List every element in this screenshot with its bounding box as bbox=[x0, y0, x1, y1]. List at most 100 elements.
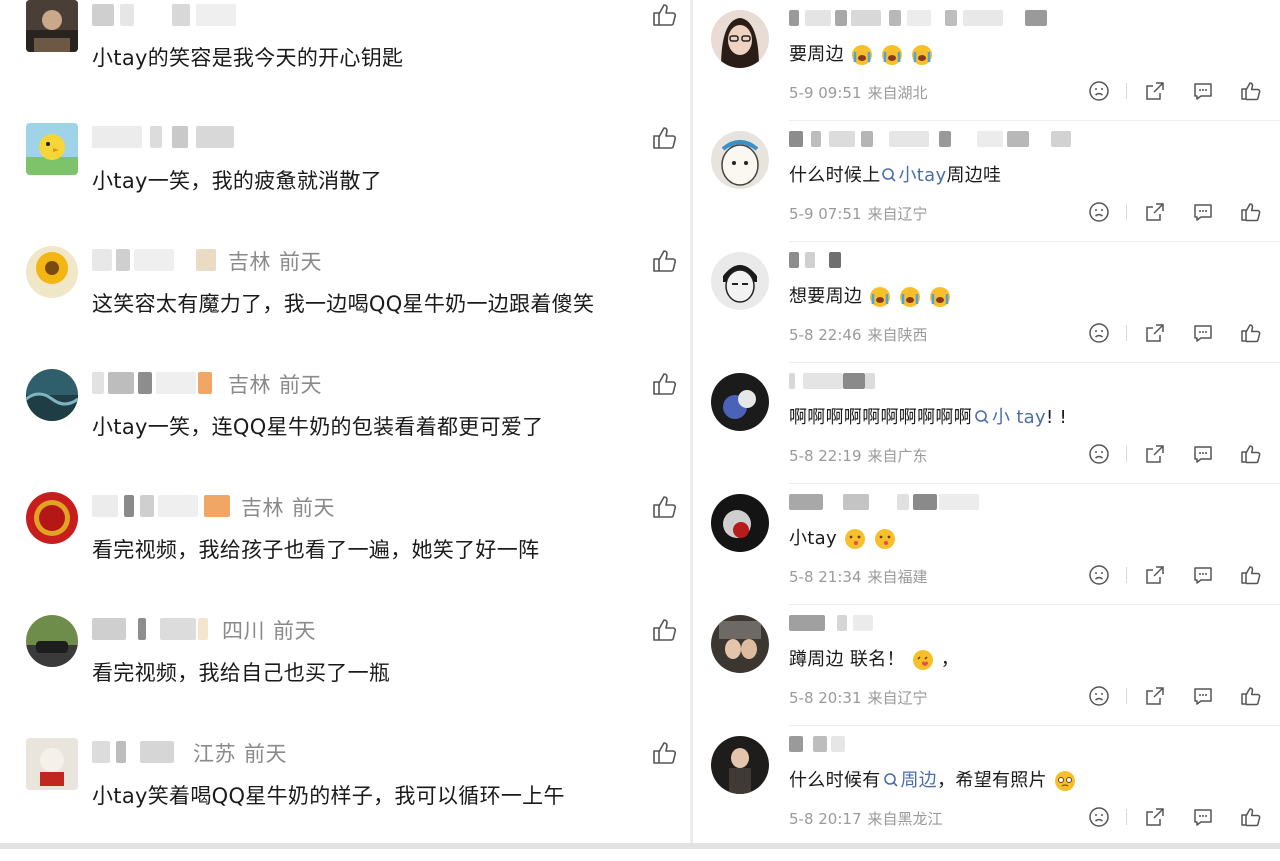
comment-item: 想要周边 5-8 22:46 来自陕西 bbox=[693, 242, 1280, 363]
comment-item: 吉林 前天 小tay一笑，连QQ星牛奶的包装看着都更可爱了 bbox=[0, 369, 690, 492]
comment-meta: 5-9 07:51 来自辽宁 bbox=[789, 205, 928, 223]
right-comment-panel: 要周边 5-9 09:51 来自湖北 什么时候上 小tay周边哇 5-9 07:… bbox=[693, 0, 1280, 849]
mention-link[interactable]: 小 tay bbox=[972, 407, 1046, 428]
comment-item: 什么时候有 周边，希望有照片 5-8 20:17 来自黑龙江 bbox=[693, 726, 1280, 847]
avatar[interactable] bbox=[26, 0, 78, 52]
username-blurred bbox=[92, 372, 222, 394]
comment-meta: 吉林 前天 bbox=[228, 373, 322, 397]
thumbs-up-icon[interactable] bbox=[651, 125, 677, 151]
avatar[interactable] bbox=[711, 736, 769, 794]
comment-item: 啊啊啊啊啊啊啊啊啊啊小 tay! ! 5-8 22:19 来自广东 bbox=[693, 363, 1280, 484]
comment-actions bbox=[1088, 806, 1268, 830]
comment-item: 小tay 5-8 21:34 来自福建 bbox=[693, 484, 1280, 605]
thumbs-up-icon[interactable] bbox=[651, 740, 677, 766]
comment-meta: 5-8 22:46 来自陕西 bbox=[789, 326, 928, 344]
share-icon[interactable] bbox=[1144, 685, 1166, 707]
username-blurred bbox=[92, 4, 242, 26]
comment-icon[interactable] bbox=[1192, 564, 1214, 586]
share-icon[interactable] bbox=[1144, 564, 1166, 586]
avatar[interactable] bbox=[26, 246, 78, 298]
avatar[interactable] bbox=[26, 615, 78, 667]
thumbs-up-icon[interactable] bbox=[1240, 564, 1262, 586]
comment-icon[interactable] bbox=[1192, 685, 1214, 707]
username-blurred bbox=[92, 618, 212, 640]
comment-icon[interactable] bbox=[1192, 806, 1214, 828]
username-blurred bbox=[789, 494, 989, 510]
thumbs-up-icon[interactable] bbox=[1240, 201, 1262, 223]
comment-icon[interactable] bbox=[1192, 443, 1214, 465]
comment-icon[interactable] bbox=[1192, 201, 1214, 223]
thumbs-up-icon[interactable] bbox=[651, 494, 677, 520]
comment-meta: 5-9 09:51 来自湖北 bbox=[789, 84, 928, 102]
thumbs-up-icon[interactable] bbox=[651, 2, 677, 28]
comment-meta: 5-8 20:31 来自辽宁 bbox=[789, 689, 928, 707]
avatar[interactable] bbox=[26, 738, 78, 790]
dislike-face-icon[interactable] bbox=[1088, 201, 1110, 223]
thumbs-up-icon[interactable] bbox=[1240, 443, 1262, 465]
dislike-face-icon[interactable] bbox=[1088, 443, 1110, 465]
username-blurred bbox=[789, 736, 849, 752]
avatar[interactable] bbox=[26, 369, 78, 421]
comment-actions bbox=[1088, 685, 1268, 709]
avatar[interactable] bbox=[711, 131, 769, 189]
avatar[interactable] bbox=[711, 494, 769, 552]
comment-text: 小tay一笑，连QQ星牛奶的包装看着都更可爱了 bbox=[92, 415, 544, 439]
comment-text: 这笑容太有魔力了，我一边喝QQ星牛奶一边跟着傻笑 bbox=[92, 292, 595, 316]
thumbs-up-icon[interactable] bbox=[1240, 685, 1262, 707]
mention-link[interactable]: 小tay bbox=[881, 165, 947, 186]
comment-meta: 吉林 前天 bbox=[228, 250, 322, 274]
comment-actions bbox=[1088, 80, 1268, 104]
comment-text: 小tay bbox=[789, 524, 897, 550]
share-icon[interactable] bbox=[1144, 201, 1166, 223]
search-icon bbox=[975, 410, 989, 424]
comment-item: 四川 前天 看完视频，我给自己也买了一瓶 bbox=[0, 615, 690, 738]
avatar[interactable] bbox=[26, 492, 78, 544]
comment-icon[interactable] bbox=[1192, 322, 1214, 344]
crying-face-emoji bbox=[911, 44, 933, 66]
comment-text: 啊啊啊啊啊啊啊啊啊啊小 tay! ! bbox=[789, 407, 1068, 428]
avatar[interactable] bbox=[711, 373, 769, 431]
comment-icon[interactable] bbox=[1192, 80, 1214, 102]
share-icon[interactable] bbox=[1144, 806, 1166, 828]
dislike-face-icon[interactable] bbox=[1088, 322, 1110, 344]
comment-text: 看完视频，我给孩子也看了一遍，她笑了好一阵 bbox=[92, 538, 540, 562]
dislike-face-icon[interactable] bbox=[1088, 806, 1110, 828]
thumbs-up-icon[interactable] bbox=[651, 617, 677, 643]
crying-face-emoji bbox=[929, 286, 951, 308]
comment-text: 小tay的笑容是我今天的开心钥匙 bbox=[92, 46, 404, 70]
search-icon bbox=[881, 168, 896, 182]
share-icon[interactable] bbox=[1144, 322, 1166, 344]
share-icon[interactable] bbox=[1144, 443, 1166, 465]
thumbs-up-icon[interactable] bbox=[1240, 80, 1262, 102]
dislike-face-icon[interactable] bbox=[1088, 564, 1110, 586]
username-blurred bbox=[92, 495, 232, 517]
thumbs-up-icon[interactable] bbox=[651, 371, 677, 397]
dislike-face-icon[interactable] bbox=[1088, 685, 1110, 707]
avatar[interactable] bbox=[711, 615, 769, 673]
thumbs-up-icon[interactable] bbox=[1240, 322, 1262, 344]
avatar[interactable] bbox=[711, 10, 769, 68]
username-blurred bbox=[789, 252, 849, 268]
avatar[interactable] bbox=[711, 252, 769, 310]
heart-kiss-emoji bbox=[912, 649, 934, 671]
kiss-face-emoji bbox=[874, 528, 896, 550]
comment-text: 小tay一笑，我的疲惫就消散了 bbox=[92, 169, 383, 193]
comment-item: 吉林 前天 这笑容太有魔力了，我一边喝QQ星牛奶一边跟着傻笑 bbox=[0, 246, 690, 369]
comment-text: 蹲周边 联名！ ， bbox=[789, 649, 960, 671]
comment-item: 吉林 前天 看完视频，我给孩子也看了一遍，她笑了好一阵 bbox=[0, 492, 690, 615]
avatar[interactable] bbox=[26, 123, 78, 175]
crying-face-emoji bbox=[881, 44, 903, 66]
comment-item: 小tay的笑容是我今天的开心钥匙 bbox=[0, 0, 690, 123]
thumbs-up-icon[interactable] bbox=[1240, 806, 1262, 828]
username-blurred bbox=[92, 249, 222, 271]
comment-text: 什么时候有 周边，希望有照片 bbox=[789, 766, 1077, 792]
dislike-face-icon[interactable] bbox=[1088, 80, 1110, 102]
comment-item: 什么时候上 小tay周边哇 5-9 07:51 来自辽宁 bbox=[693, 121, 1280, 242]
mention-link[interactable]: 周边 bbox=[881, 770, 938, 791]
thumbs-up-icon[interactable] bbox=[651, 248, 677, 274]
comment-actions bbox=[1088, 443, 1268, 467]
username-blurred bbox=[789, 373, 879, 389]
share-icon[interactable] bbox=[1144, 80, 1166, 102]
comment-actions bbox=[1088, 201, 1268, 225]
crying-face-emoji bbox=[869, 286, 891, 308]
